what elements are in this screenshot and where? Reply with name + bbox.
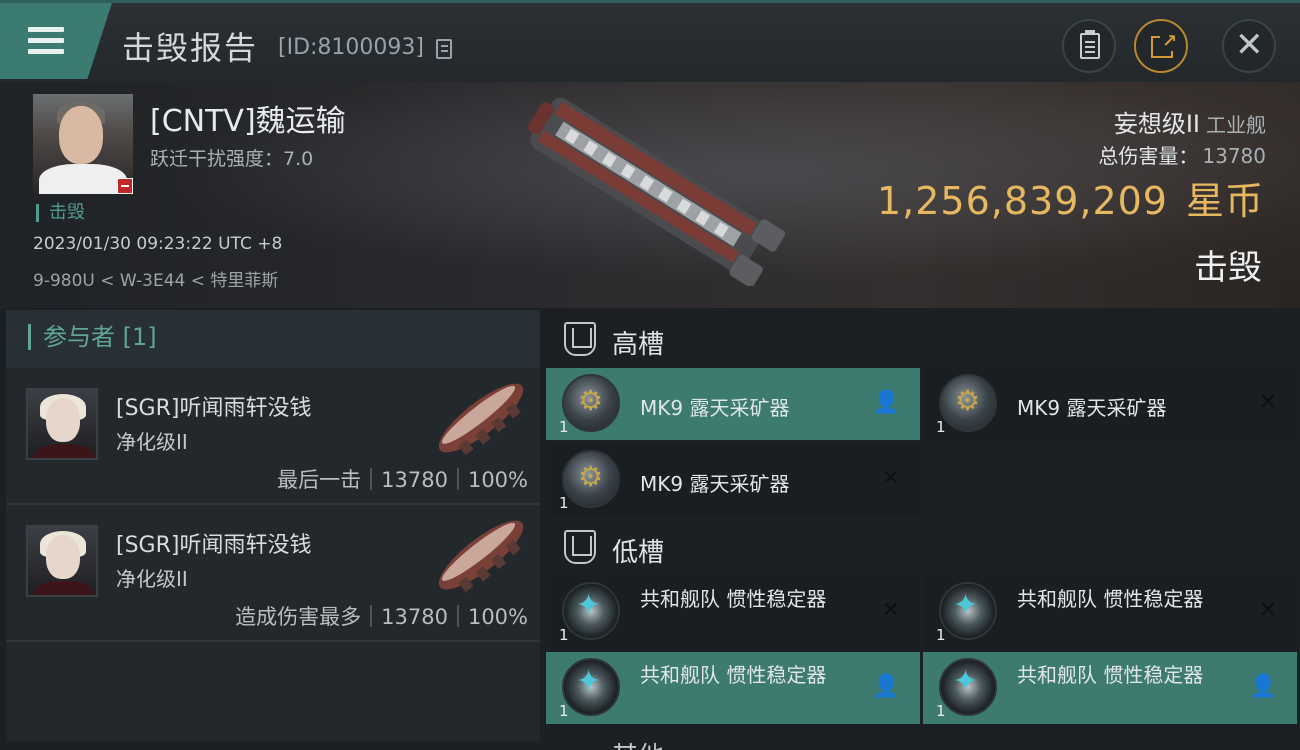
module-name: 共和舰队 惯性稳定器 — [1017, 587, 1204, 611]
destroyed-x-icon: ✕ — [1258, 390, 1277, 415]
participant-damage: 13780 — [381, 605, 448, 629]
participant-row[interactable]: [SGR]听闻雨轩没钱 净化级II 最后一击 13780 100% — [6, 368, 540, 505]
destroyed-badge-icon — [117, 178, 133, 194]
fitting-panel: 高槽 1 MK9 露天采矿器 👤 1 MK9 露天采矿器 ✕ 1 MK9 露天采… — [546, 310, 1300, 750]
participant-name[interactable]: [SGR]听闻雨轩没钱 — [116, 390, 311, 422]
isk-value: 1,256,839,209 星币 — [877, 170, 1264, 225]
strip-miner-icon — [939, 374, 997, 432]
header-bar: 击毁报告 [ID:8100093] ↗ ✕ — [0, 0, 1300, 82]
total-damage-value: 13780 — [1202, 144, 1266, 168]
module-name: 共和舰队 惯性稳定器 — [1017, 663, 1204, 687]
next-slot-header: 其他 — [546, 736, 1300, 750]
module-qty: 1 — [936, 626, 946, 644]
share-button[interactable]: ↗ — [1134, 19, 1188, 73]
report-id: [ID:8100093] — [278, 35, 424, 60]
high-slot-modules: 1 MK9 露天采矿器 👤 1 MK9 露天采矿器 ✕ 1 MK9 露天采矿器 … — [546, 368, 1300, 518]
participant-percent: 100% — [467, 605, 528, 629]
high-slot-label: 高槽 — [612, 330, 665, 360]
total-damage: 总伤害量： 13780 — [1098, 140, 1266, 169]
total-damage-label: 总伤害量： — [1098, 144, 1199, 168]
low-slot-label: 低槽 — [612, 538, 665, 568]
destroyed-x-icon: ✕ — [881, 466, 900, 491]
dropped-person-icon: 👤 — [872, 674, 900, 699]
kill-summary: [CNTV]魏运输 跃迁干扰强度：7.0 击毁 2023/01/30 09:23… — [0, 82, 1300, 308]
clipboard-icon — [1080, 30, 1100, 59]
strip-miner-icon — [562, 374, 620, 432]
participant-percent: 100% — [467, 468, 528, 492]
clipboard-button[interactable] — [1062, 19, 1116, 73]
module-item[interactable]: 1 共和舰队 惯性稳定器 ✕ — [923, 576, 1297, 648]
next-slot-label: 其他 — [612, 736, 664, 750]
module-qty: 1 — [559, 626, 569, 644]
participant-avatar[interactable] — [26, 525, 98, 597]
module-item[interactable]: 1 MK9 露天采矿器 👤 — [546, 368, 920, 440]
module-name: MK9 露天采矿器 — [640, 472, 790, 496]
module-name: MK9 露天采矿器 — [1017, 396, 1167, 420]
module-qty: 1 — [559, 418, 569, 436]
module-qty: 1 — [559, 494, 569, 512]
participant-row[interactable]: [SGR]听闻雨轩没钱 净化级II 造成伤害最多 13780 100% — [6, 505, 540, 642]
module-item[interactable]: 1 共和舰队 惯性稳定器 👤 — [923, 652, 1297, 724]
low-slot-icon — [564, 530, 596, 564]
status-tag: 击毁 — [36, 204, 85, 222]
low-slot-modules: 1 共和舰队 惯性稳定器 ✕ 1 共和舰队 惯性稳定器 ✕ 1 共和舰队 惯性稳… — [546, 576, 1300, 726]
destroyed-x-icon: ✕ — [881, 598, 900, 623]
participant-role: 最后一击 — [277, 468, 362, 492]
victim-name[interactable]: [CNTV]魏运输 — [150, 96, 346, 140]
isk-unit: 星币 — [1185, 179, 1264, 223]
module-item[interactable]: 1 共和舰队 惯性稳定器 👤 — [546, 652, 920, 724]
ship-type: 工业舰 — [1206, 113, 1266, 137]
isk-amount: 1,256,839,209 — [876, 179, 1168, 223]
inertial-stabilizer-icon — [939, 658, 997, 716]
inertial-stabilizer-icon — [562, 658, 620, 716]
module-name: 共和舰队 惯性稳定器 — [640, 663, 827, 687]
copy-icon[interactable] — [436, 39, 452, 59]
participant-avatar[interactable] — [26, 388, 98, 460]
participant-stats: 造成伤害最多 13780 100% — [235, 601, 528, 631]
menu-button[interactable] — [0, 3, 112, 79]
module-qty: 1 — [559, 702, 569, 720]
low-slot-header: 低槽 — [546, 518, 1300, 576]
result-label: 击毁 — [1194, 248, 1262, 288]
warp-strength: 跃迁干扰强度：7.0 — [150, 148, 314, 170]
kill-location[interactable]: 9-980U < W-3E44 < 特里菲斯 — [33, 266, 278, 291]
ship-class-name: 妄想级II — [1113, 110, 1200, 138]
module-name: 共和舰队 惯性稳定器 — [640, 587, 827, 611]
high-slot-icon — [564, 322, 596, 356]
module-qty: 1 — [936, 702, 946, 720]
participant-ship-icon[interactable] — [426, 374, 536, 462]
participants-title: 参与者 [1] — [28, 324, 157, 350]
participants-header: 参与者 [1] — [6, 310, 540, 368]
dropped-person-icon: 👤 — [872, 390, 900, 415]
ship-class[interactable]: 妄想级II 工业舰 — [1114, 104, 1266, 139]
module-item[interactable]: 1 MK9 露天采矿器 ✕ — [923, 368, 1297, 440]
dropped-person-icon: 👤 — [1249, 674, 1277, 699]
strip-miner-icon — [562, 450, 620, 508]
module-qty: 1 — [936, 418, 946, 436]
participant-ship-icon[interactable] — [426, 511, 536, 599]
participant-role: 造成伤害最多 — [235, 605, 362, 629]
participant-name[interactable]: [SGR]听闻雨轩没钱 — [116, 527, 311, 559]
kill-timestamp: 2023/01/30 09:23:22 UTC +8 — [33, 234, 283, 254]
module-name: MK9 露天采矿器 — [640, 396, 790, 420]
participant-damage: 13780 — [381, 468, 448, 492]
hamburger-icon — [28, 27, 64, 55]
participants-panel: 参与者 [1] [SGR]听闻雨轩没钱 净化级II 最后一击 13780 100% … — [6, 310, 540, 742]
external-arrow-icon: ↗ — [1160, 31, 1180, 52]
close-button[interactable]: ✕ — [1222, 19, 1276, 73]
close-icon: ✕ — [1235, 25, 1264, 65]
participant-ship: 净化级II — [116, 430, 188, 454]
inertial-stabilizer-icon — [939, 582, 997, 640]
victim-ship-image[interactable] — [510, 96, 790, 286]
module-item[interactable]: 1 共和舰队 惯性稳定器 ✕ — [546, 576, 920, 648]
page-title: 击毁报告 — [122, 29, 259, 67]
destroyed-x-icon: ✕ — [1258, 598, 1277, 623]
participant-ship: 净化级II — [116, 567, 188, 591]
high-slot-header: 高槽 — [546, 310, 1300, 368]
inertial-stabilizer-icon — [562, 582, 620, 640]
participant-stats: 最后一击 13780 100% — [277, 464, 528, 494]
module-item[interactable]: 1 MK9 露天采矿器 ✕ — [546, 444, 920, 516]
